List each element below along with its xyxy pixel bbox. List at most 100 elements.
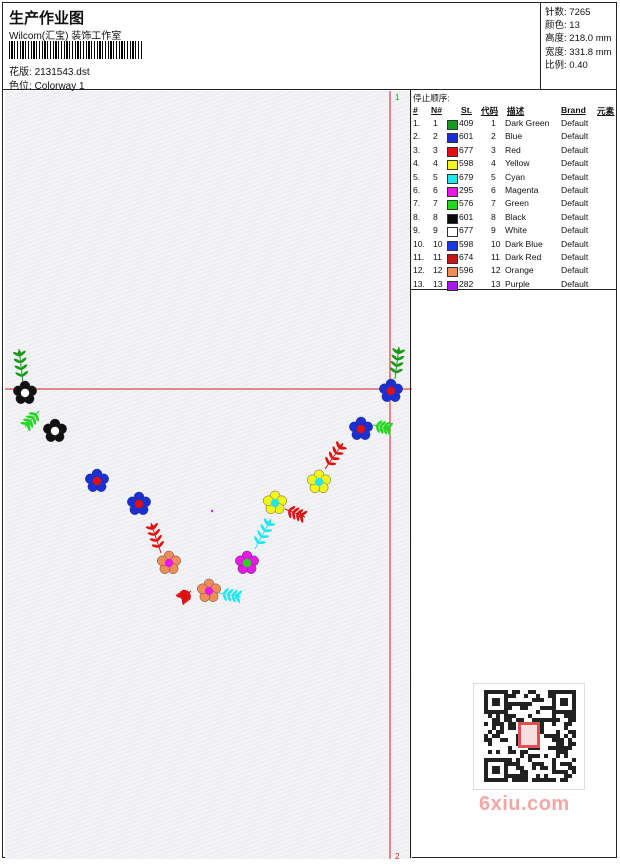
color-row-nn: 12 [433, 265, 443, 276]
color-row-nn: 10 [433, 238, 443, 249]
color-row-st: 679 [459, 171, 474, 182]
color-swatch [447, 213, 458, 224]
leaf-sprig [254, 518, 276, 550]
leaf-sprig [12, 348, 29, 384]
stray-stitch [210, 509, 214, 513]
color-row-code: 5 [491, 171, 496, 182]
color-swatch [447, 146, 458, 157]
color-row-code: 2 [491, 131, 496, 142]
embroidery-preview: 1 2 [5, 91, 412, 861]
color-row-st: 677 [459, 225, 474, 236]
flower [197, 578, 221, 602]
color-row-st: 601 [459, 211, 474, 222]
color-row-nn: 5 [433, 171, 438, 182]
color-row-nn: 11 [433, 252, 442, 262]
color-row-n: 7. [413, 198, 421, 209]
color-row-brand: Default [561, 185, 589, 195]
color-row-brand: Default [561, 171, 589, 182]
color-row-brand: Default [561, 265, 589, 276]
color-row-st: 598 [459, 158, 474, 169]
leaf-sprig [284, 506, 308, 523]
color-row-brand: Default [561, 225, 589, 236]
color-row: 3. 3 677 3 Red Default [411, 145, 616, 158]
leaf-sprig [175, 589, 192, 605]
color-row-n: 4. [413, 158, 421, 169]
leaf-sprig [218, 588, 243, 604]
color-row-code: 10 [491, 238, 501, 249]
color-row: 13. 13 282 13 Purple Default [411, 279, 616, 292]
color-row-nn: 13 [433, 278, 443, 289]
color-row: 12. 12 596 12 Orange Default [411, 265, 616, 278]
color-row-nn: 7 [433, 198, 438, 209]
color-row-nn: 6 [433, 185, 438, 195]
color-row-n: 3. [413, 144, 421, 155]
color-swatch [447, 173, 458, 184]
color-row-n: 5. [413, 171, 421, 182]
color-row-nn: 4 [433, 158, 438, 169]
color-row-brand: Default [561, 131, 589, 142]
stats-panel: 针数: 7265 颜色: 13 高度: 218.0 mm 宽度: 331.8 m… [540, 3, 616, 89]
color-row-brand: Default [561, 198, 589, 209]
flower [349, 416, 373, 440]
stat-colors: 颜色: 13 [545, 20, 580, 32]
color-row-n: 13. [413, 278, 425, 289]
leaf-sprig [372, 420, 394, 436]
flower [13, 380, 37, 404]
color-row: 4. 4 598 4 Yellow Default [411, 158, 616, 171]
color-row-st: 677 [459, 144, 474, 155]
color-swatch [447, 187, 458, 197]
color-row-desc: Dark Green [505, 118, 550, 128]
color-row-st: 576 [459, 198, 474, 209]
color-row-desc: Cyan [505, 171, 526, 182]
stat-stitches: 针数: 7265 [545, 7, 591, 18]
color-row-n: 1. [413, 118, 421, 128]
color-row-nn: 8 [433, 211, 438, 222]
color-row-desc: White [505, 225, 527, 236]
flower-necklace [12, 346, 406, 605]
color-row-desc: Green [505, 198, 529, 209]
color-row-st: 409 [459, 118, 474, 128]
color-swatch [447, 120, 458, 130]
leaf-sprig [145, 522, 164, 554]
leaf-sprig [389, 346, 406, 380]
color-row-desc: Magenta [505, 185, 539, 195]
color-row-brand: Default [561, 211, 589, 222]
color-table-header: # N# St. 代码 描述 Brand 元素 [413, 105, 615, 116]
design-line: 花版: 2131543.dst [9, 63, 90, 78]
color-swatch [447, 227, 458, 238]
flower [157, 550, 181, 574]
color-row-brand: Default [561, 158, 589, 169]
color-row-nn: 2 [433, 131, 438, 142]
color-row: 6. 6 295 6 Magenta Default [411, 185, 616, 198]
color-row-st: 674 [459, 252, 474, 262]
color-row-desc: Blue [505, 131, 523, 142]
color-row: 7. 7 576 7 Green Default [411, 198, 616, 211]
color-row-code: 7 [491, 198, 496, 209]
color-row-n: 10. [413, 238, 425, 249]
color-row-desc: Red [505, 144, 521, 155]
color-row-brand: Default [561, 144, 589, 155]
flower [235, 550, 259, 574]
color-row: 11. 11 674 11 Dark Red Default [411, 252, 616, 265]
color-row: 9. 9 677 9 White Default [411, 225, 616, 238]
color-row-st: 596 [459, 265, 474, 276]
color-row-desc: Dark Red [505, 252, 542, 262]
color-row-code: 13 [491, 278, 501, 289]
sheet-title: 生产作业图 [9, 10, 85, 27]
flower [263, 490, 287, 514]
color-row-desc: Purple [505, 278, 530, 289]
flower [379, 378, 403, 402]
color-stop-table: 停止顺序: # N# St. 代码 描述 Brand 元素 1. 1 409 1 Dar… [411, 89, 616, 292]
leaf-sprig [324, 441, 348, 470]
color-swatch [447, 254, 458, 264]
color-row-nn: 9 [433, 225, 438, 236]
flower [43, 418, 67, 442]
color-row-n: 12. [413, 265, 425, 276]
color-row-brand: Default [561, 252, 589, 262]
color-row-code: 6 [491, 185, 496, 195]
color-table-title: 停止顺序: [413, 93, 450, 103]
color-swatch [447, 133, 458, 144]
color-row: 2. 2 601 2 Blue Default [411, 131, 616, 144]
color-row-code: 9 [491, 225, 496, 236]
leaf-sprig [20, 410, 40, 432]
